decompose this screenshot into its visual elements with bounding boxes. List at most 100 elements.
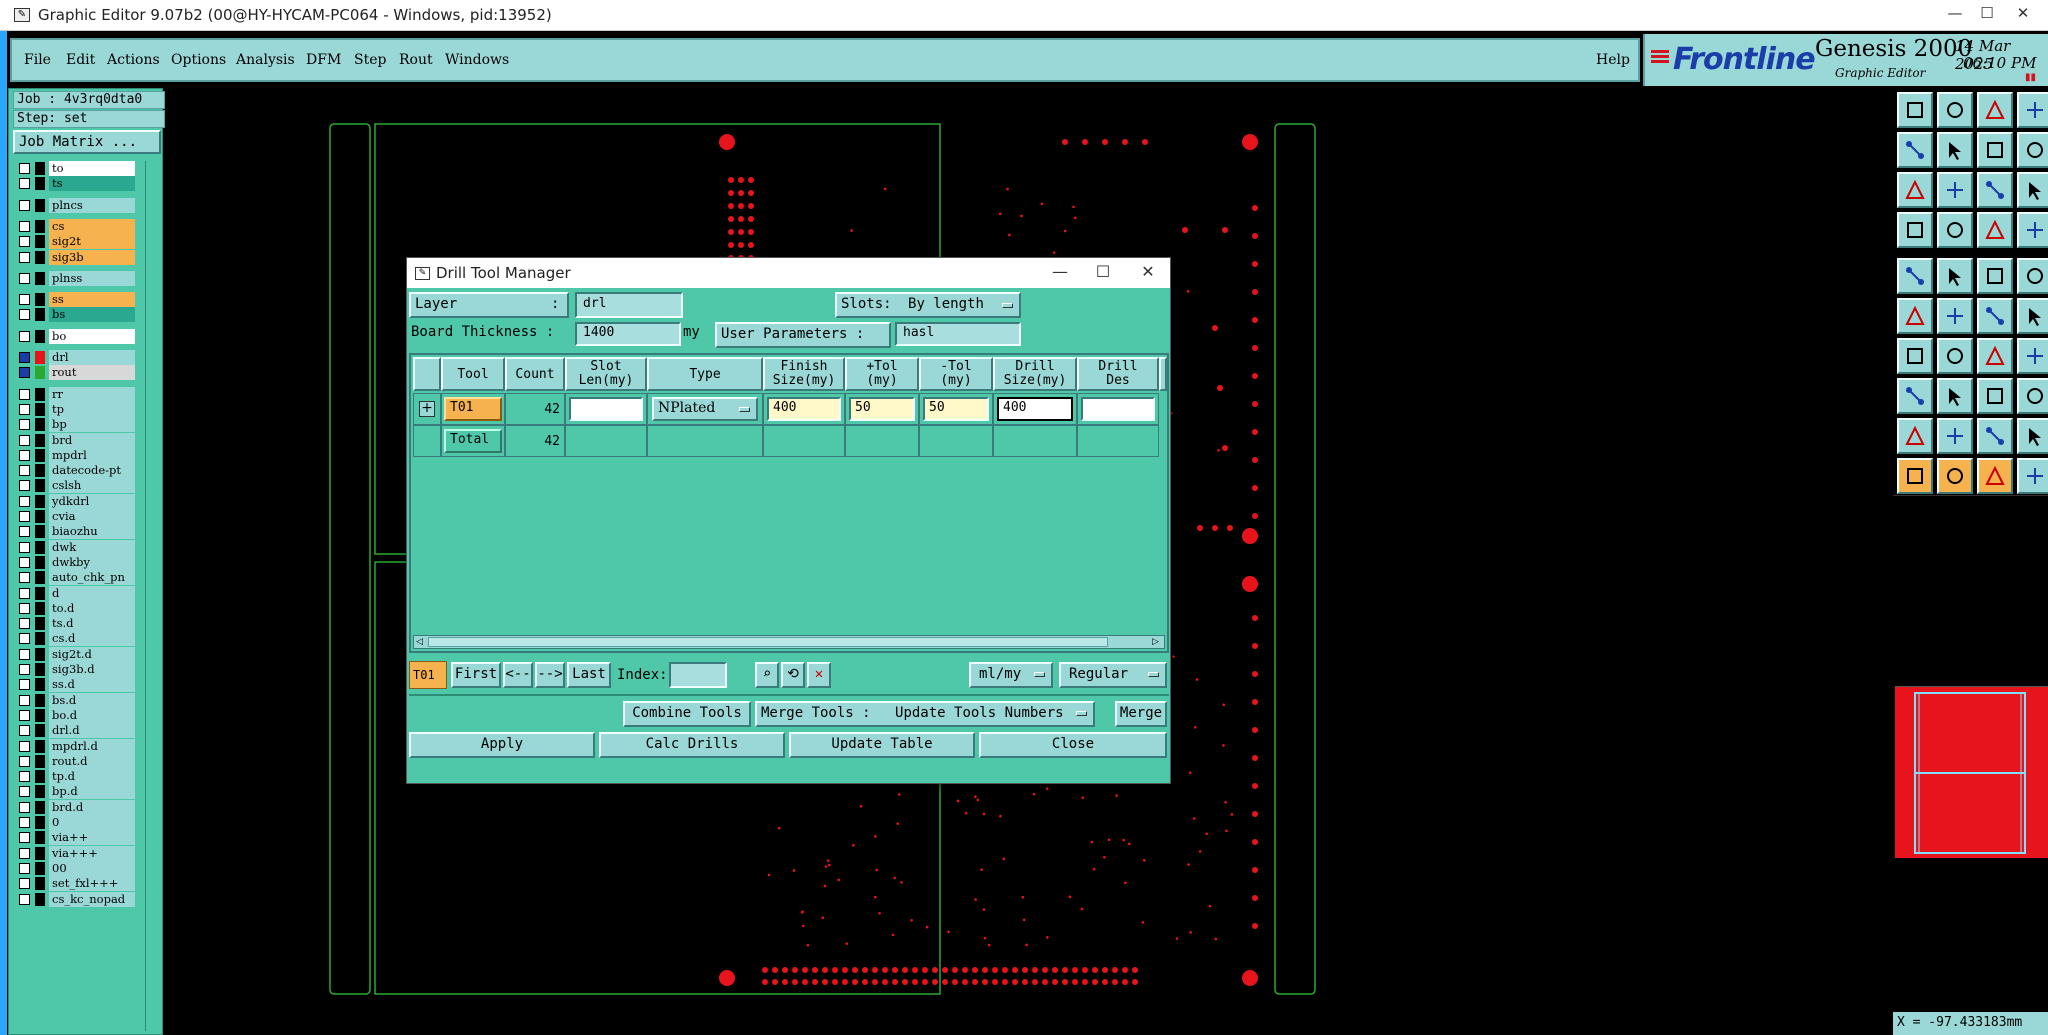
plus-tol-input[interactable]: 50 <box>849 397 915 421</box>
layer-checkbox[interactable] <box>19 893 30 905</box>
layer-item[interactable]: bp.d <box>13 784 141 800</box>
type-dropdown[interactable]: NPlated <box>652 397 758 421</box>
user-parameters-button[interactable]: User Parameters : <box>715 322 891 348</box>
layer-checkbox[interactable] <box>19 294 30 306</box>
layer-item[interactable]: to <box>13 161 141 176</box>
combine-tools-button[interactable]: Combine Tools <box>623 701 751 727</box>
column-header-type[interactable]: Type <box>647 357 763 391</box>
layer-checkbox[interactable] <box>19 602 30 614</box>
step-icon[interactable] <box>2017 458 2048 494</box>
units-dropdown[interactable]: ml/my <box>969 662 1053 688</box>
fit-icon[interactable] <box>1897 172 1933 208</box>
triangle-up-icon[interactable] <box>1937 418 1973 454</box>
calc-drills-button[interactable]: Calc Drills <box>599 732 785 758</box>
layer-item[interactable]: 00 <box>13 860 141 876</box>
redraw-icon[interactable] <box>1977 132 2013 168</box>
board-thickness-input[interactable]: 1400 <box>575 322 681 346</box>
layer-item[interactable]: bs <box>13 307 141 323</box>
layer-item[interactable]: ss <box>13 292 141 308</box>
mode-dropdown[interactable]: Regular <box>1059 662 1167 688</box>
column-header-plus-tol[interactable]: +Tol (my) <box>845 357 919 391</box>
zoom-in-icon[interactable] <box>1937 92 1973 128</box>
pan-left-icon[interactable] <box>1897 132 1933 168</box>
layer-item[interactable]: sig2t.d <box>13 646 141 662</box>
draw-icon[interactable] <box>1937 338 1973 374</box>
layer-item[interactable]: sig3b <box>13 249 141 265</box>
layer-item[interactable]: ydkdrl <box>13 493 141 509</box>
menu-help[interactable]: Help <box>1596 52 1630 68</box>
layer-item[interactable]: to.d <box>13 600 141 616</box>
ratio-icon[interactable] <box>1977 172 2013 208</box>
layer-checkbox[interactable] <box>19 465 30 477</box>
layer-checkbox[interactable] <box>19 449 30 461</box>
layer-checkbox[interactable] <box>19 771 30 783</box>
layer-checkbox[interactable] <box>19 633 30 645</box>
dialog-minimize-button[interactable]: — <box>1047 262 1073 284</box>
scrollbar-thumb[interactable] <box>428 637 1108 647</box>
layer-checkbox[interactable] <box>19 847 30 859</box>
merge-button[interactable]: Merge <box>1115 701 1167 727</box>
layer-checkbox[interactable] <box>19 511 30 522</box>
menu-file[interactable]: File <box>24 52 51 68</box>
layer-checkbox[interactable] <box>19 725 30 737</box>
table-horizontal-scrollbar[interactable]: ◁ ▷ <box>413 635 1165 649</box>
layer-item[interactable]: rout <box>13 365 141 381</box>
layer-checkbox[interactable] <box>19 832 30 844</box>
layer-checkbox[interactable] <box>19 367 30 379</box>
layer-checkbox[interactable] <box>19 419 30 431</box>
group-icon[interactable] <box>2017 378 2048 414</box>
menu-step[interactable]: Step <box>354 52 386 68</box>
layer-item[interactable]: bs.d <box>13 692 141 708</box>
layer-item[interactable]: tp <box>13 401 141 417</box>
column-header-minus-tol[interactable]: -Tol (my) <box>919 357 993 391</box>
menu-analysis[interactable]: Analysis <box>236 52 295 68</box>
layer-checkbox[interactable] <box>19 755 30 767</box>
pad-icon[interactable] <box>2017 258 2048 294</box>
slot-len-input[interactable] <box>569 397 643 421</box>
user-parameters-field[interactable]: hasl <box>895 322 1021 346</box>
layer-item[interactable]: plnss <box>13 270 141 286</box>
layer-field[interactable]: drl <box>575 292 683 318</box>
close-button[interactable]: ✕ <box>2010 4 2036 26</box>
layer-checkbox[interactable] <box>19 272 30 284</box>
index-input[interactable] <box>669 662 727 688</box>
layer-item[interactable]: cs_kc_nopad <box>13 891 141 907</box>
close-dialog-button[interactable]: Close <box>979 732 1167 758</box>
column-header-drill-des[interactable]: Drill Des <box>1077 357 1159 391</box>
layers-icon[interactable] <box>2017 212 2048 248</box>
layer-item[interactable]: set_fxl+++ <box>13 876 141 892</box>
layer-item[interactable]: via+++ <box>13 845 141 861</box>
layer-checkbox[interactable] <box>19 236 30 248</box>
expand-row-button[interactable]: + <box>419 401 435 417</box>
connect-icon[interactable] <box>1897 298 1933 334</box>
column-header-slot-len[interactable]: Slot Len(my) <box>565 357 647 391</box>
layer-item[interactable]: via++ <box>13 830 141 846</box>
layer-item[interactable]: cs.d <box>13 631 141 647</box>
layer-item[interactable]: bo <box>13 328 141 344</box>
column-header-drill-size[interactable]: Drill Size(my) <box>993 357 1077 391</box>
layer-checkbox[interactable] <box>19 664 30 675</box>
select-icon[interactable] <box>1897 258 1933 294</box>
layer-checkbox[interactable] <box>19 878 30 890</box>
layer-checkbox[interactable] <box>19 434 30 446</box>
layer-checkbox[interactable] <box>19 679 30 691</box>
minimize-button[interactable]: — <box>1942 4 1968 26</box>
line-icon[interactable] <box>1977 258 2013 294</box>
menu-edit[interactable]: Edit <box>66 52 95 68</box>
column-header-tool[interactable]: Tool <box>441 357 505 391</box>
layer-item[interactable]: plncs <box>13 197 141 213</box>
layer-checkbox[interactable] <box>19 862 30 874</box>
split-icon[interactable] <box>2017 132 2048 168</box>
copy-icon[interactable] <box>1937 258 1973 294</box>
resize-icon[interactable] <box>1897 378 1933 414</box>
layer-checkbox[interactable] <box>19 587 30 599</box>
layer-checkbox[interactable] <box>19 495 30 507</box>
menu-windows[interactable]: Windows <box>445 52 509 68</box>
layer-checkbox[interactable] <box>19 817 30 828</box>
layer-checkbox[interactable] <box>19 572 30 584</box>
minus-tol-input[interactable]: 50 <box>923 397 989 421</box>
pointer-icon[interactable] <box>1897 458 1933 494</box>
layer-item[interactable]: dwk <box>13 539 141 555</box>
first-button[interactable]: First <box>451 662 501 688</box>
triangle-icon[interactable] <box>1897 418 1933 454</box>
